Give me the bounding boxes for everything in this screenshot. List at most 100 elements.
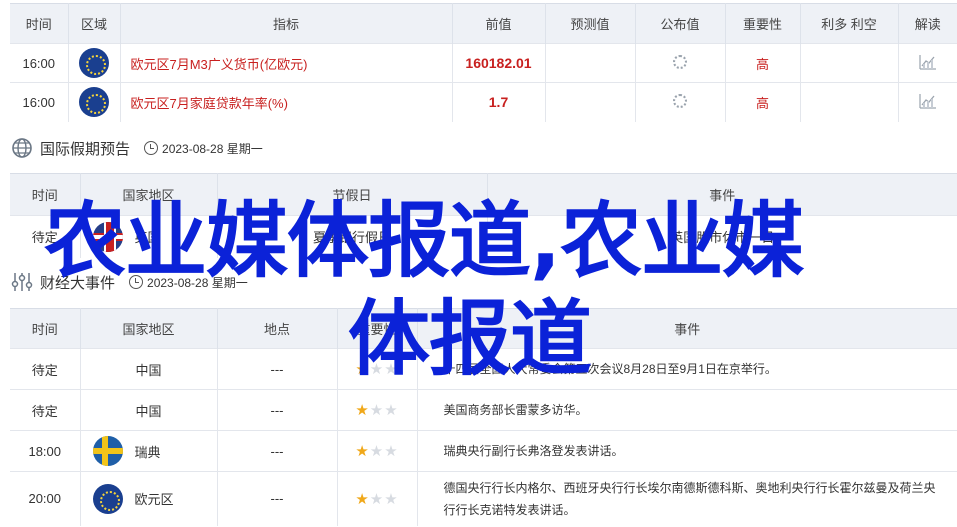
country-cell: 中国 (80, 348, 218, 390)
col-header-region: 区域 (68, 3, 121, 44)
country-name: 瑞典 (134, 444, 161, 460)
importance-stars: ★★★ (337, 471, 418, 526)
table-header-row: 时间 国家地区 节假日 事件 (10, 173, 957, 216)
event-cell: 英国股市休市一日 (487, 215, 957, 258)
star-empty-icon: ★ (384, 490, 399, 508)
star-empty-icon: ★ (384, 361, 399, 378)
forecast-value (545, 82, 636, 122)
indicator-link[interactable]: 欧元区7月M3广义货币(亿欧元) (120, 43, 453, 83)
importance-stars: ★★★ (337, 389, 418, 431)
col-header-country: 国家地区 (80, 308, 218, 349)
event-cell: 美国商务部长雷蒙多访华。 (417, 389, 957, 431)
chart-icon[interactable] (919, 54, 937, 70)
section-title: 国际假期预告 (40, 140, 131, 158)
event-cell: 十四届全国人大常委会第五次会议8月28日至9月1日在京举行。 (417, 348, 957, 390)
holiday-section-header: 国际假期预告 2023-08-28 星期一 (10, 133, 263, 163)
clock-icon (129, 275, 144, 289)
holiday-cell: 夏季银行假日 (217, 215, 488, 258)
importance-stars: ★★★ (337, 430, 418, 472)
loading-spinner-icon (673, 54, 687, 69)
events-section-header: 财经大事件 2023-08-28 星期一 (10, 267, 248, 297)
uk-flag-icon (92, 221, 123, 252)
col-header-importance: 重要性 (337, 308, 418, 349)
eu-flag-icon (79, 48, 109, 78)
section-date: 2023-08-28 星期一 (147, 275, 248, 290)
clock-icon (144, 141, 159, 155)
table-header-row: 时间 国家地区 地点 重要性 事件 (10, 308, 957, 349)
chart-icon[interactable] (919, 93, 937, 109)
economic-calendar-table: 时间 区域 指标 前值 预测值 公布值 重要性 利多 利空 解读 16:00 欧… (10, 3, 957, 122)
financial-events-table: 时间 国家地区 地点 重要性 事件 待定 中国 --- ★★★ 十四届全国人大常… (10, 308, 957, 526)
star-filled-icon: ★ (355, 490, 370, 508)
col-header-published: 公布值 (635, 3, 726, 44)
country-name: 英国 (134, 230, 161, 246)
indicator-link[interactable]: 欧元区7月家庭贷款年率(%) (120, 82, 453, 122)
importance-stars: ★★★ (337, 348, 418, 390)
place-cell: --- (217, 389, 338, 431)
time-cell: 待定 (10, 389, 81, 431)
table-row: 20:00 欧元区 --- ★★★ 德国央行行长内格尔、西班牙央行行长埃尔南德斯… (10, 471, 957, 526)
star-filled-icon: ★ (355, 402, 370, 419)
table-row: 18:00 瑞典 --- ★★★ 瑞典央行副行长弗洛登发表讲话。 (10, 430, 957, 472)
time-cell: 18:00 (10, 430, 81, 472)
table-row: 16:00 欧元区7月M3广义货币(亿欧元) 160182.01 高 (10, 43, 957, 83)
table-row: 待定 中国 --- ★★★ 美国商务部长雷蒙多访华。 (10, 389, 957, 431)
eu-flag-icon (79, 87, 109, 118)
col-header-event: 事件 (417, 308, 957, 349)
eu-flag-icon (92, 483, 123, 514)
table-row: 16:00 欧元区7月家庭贷款年率(%) 1.7 高 (10, 82, 957, 122)
importance-value: 高 (725, 43, 801, 83)
col-header-forecast: 预测值 (545, 3, 636, 44)
sweden-flag-icon (92, 436, 123, 466)
star-empty-icon: ★ (369, 490, 385, 508)
region-cell (68, 43, 121, 83)
country-cell: 瑞典 (80, 430, 218, 472)
published-cell (635, 82, 726, 122)
country-cell: 英国 (80, 215, 218, 258)
country-cell: 欧元区 (80, 471, 218, 526)
col-header-country: 国家地区 (80, 173, 218, 216)
star-empty-icon: ★ (384, 443, 399, 460)
globe-icon (10, 136, 34, 160)
col-header-time: 时间 (10, 173, 81, 216)
place-cell: --- (217, 430, 338, 472)
bias-cell (800, 82, 899, 122)
time-cell: 待定 (10, 348, 81, 390)
star-empty-icon: ★ (369, 361, 385, 378)
forecast-value (545, 43, 636, 83)
star-empty-icon: ★ (369, 443, 385, 460)
col-header-time: 时间 (10, 3, 69, 44)
table-header-row: 时间 区域 指标 前值 预测值 公布值 重要性 利多 利空 解读 (10, 3, 957, 44)
loading-spinner-icon (673, 93, 687, 108)
star-filled-icon: ★ (355, 443, 370, 460)
section-title: 财经大事件 (40, 274, 116, 292)
table-row: 待定 英国 夏季银行假日 英国股市休市一日 (10, 215, 957, 258)
published-cell (635, 43, 726, 83)
previous-value: 160182.01 (452, 43, 546, 83)
time-cell: 16:00 (10, 43, 69, 83)
col-header-holiday: 节假日 (217, 173, 488, 216)
col-header-event: 事件 (487, 173, 957, 216)
event-cell: 瑞典央行副行长弗洛登发表讲话。 (417, 430, 957, 472)
interpret-cell[interactable] (898, 43, 957, 83)
time-cell: 20:00 (10, 471, 81, 526)
place-cell: --- (217, 348, 338, 390)
col-header-time: 时间 (10, 308, 81, 349)
col-header-previous: 前值 (452, 3, 546, 44)
holiday-table: 时间 国家地区 节假日 事件 待定 英国 夏季银行假日 英国股市休市一日 (10, 173, 957, 258)
event-cell: 德国央行行长内格尔、西班牙央行行长埃尔南德斯德科斯、奥地利央行行长霍尔兹曼及荷兰… (417, 471, 957, 526)
col-header-indicator: 指标 (120, 3, 453, 44)
col-header-interpret: 解读 (898, 3, 957, 44)
time-cell: 16:00 (10, 82, 69, 122)
interpret-cell[interactable] (898, 82, 957, 122)
table-row: 待定 中国 --- ★★★ 十四届全国人大常委会第五次会议8月28日至9月1日在… (10, 348, 957, 390)
col-header-place: 地点 (217, 308, 338, 349)
region-cell (68, 82, 121, 122)
importance-value: 高 (725, 82, 801, 122)
previous-value: 1.7 (452, 82, 546, 122)
sliders-icon (10, 270, 34, 294)
section-date: 2023-08-28 星期一 (162, 141, 263, 156)
col-header-bias: 利多 利空 (800, 3, 899, 44)
time-cell: 待定 (10, 215, 81, 258)
bias-cell (800, 43, 899, 83)
